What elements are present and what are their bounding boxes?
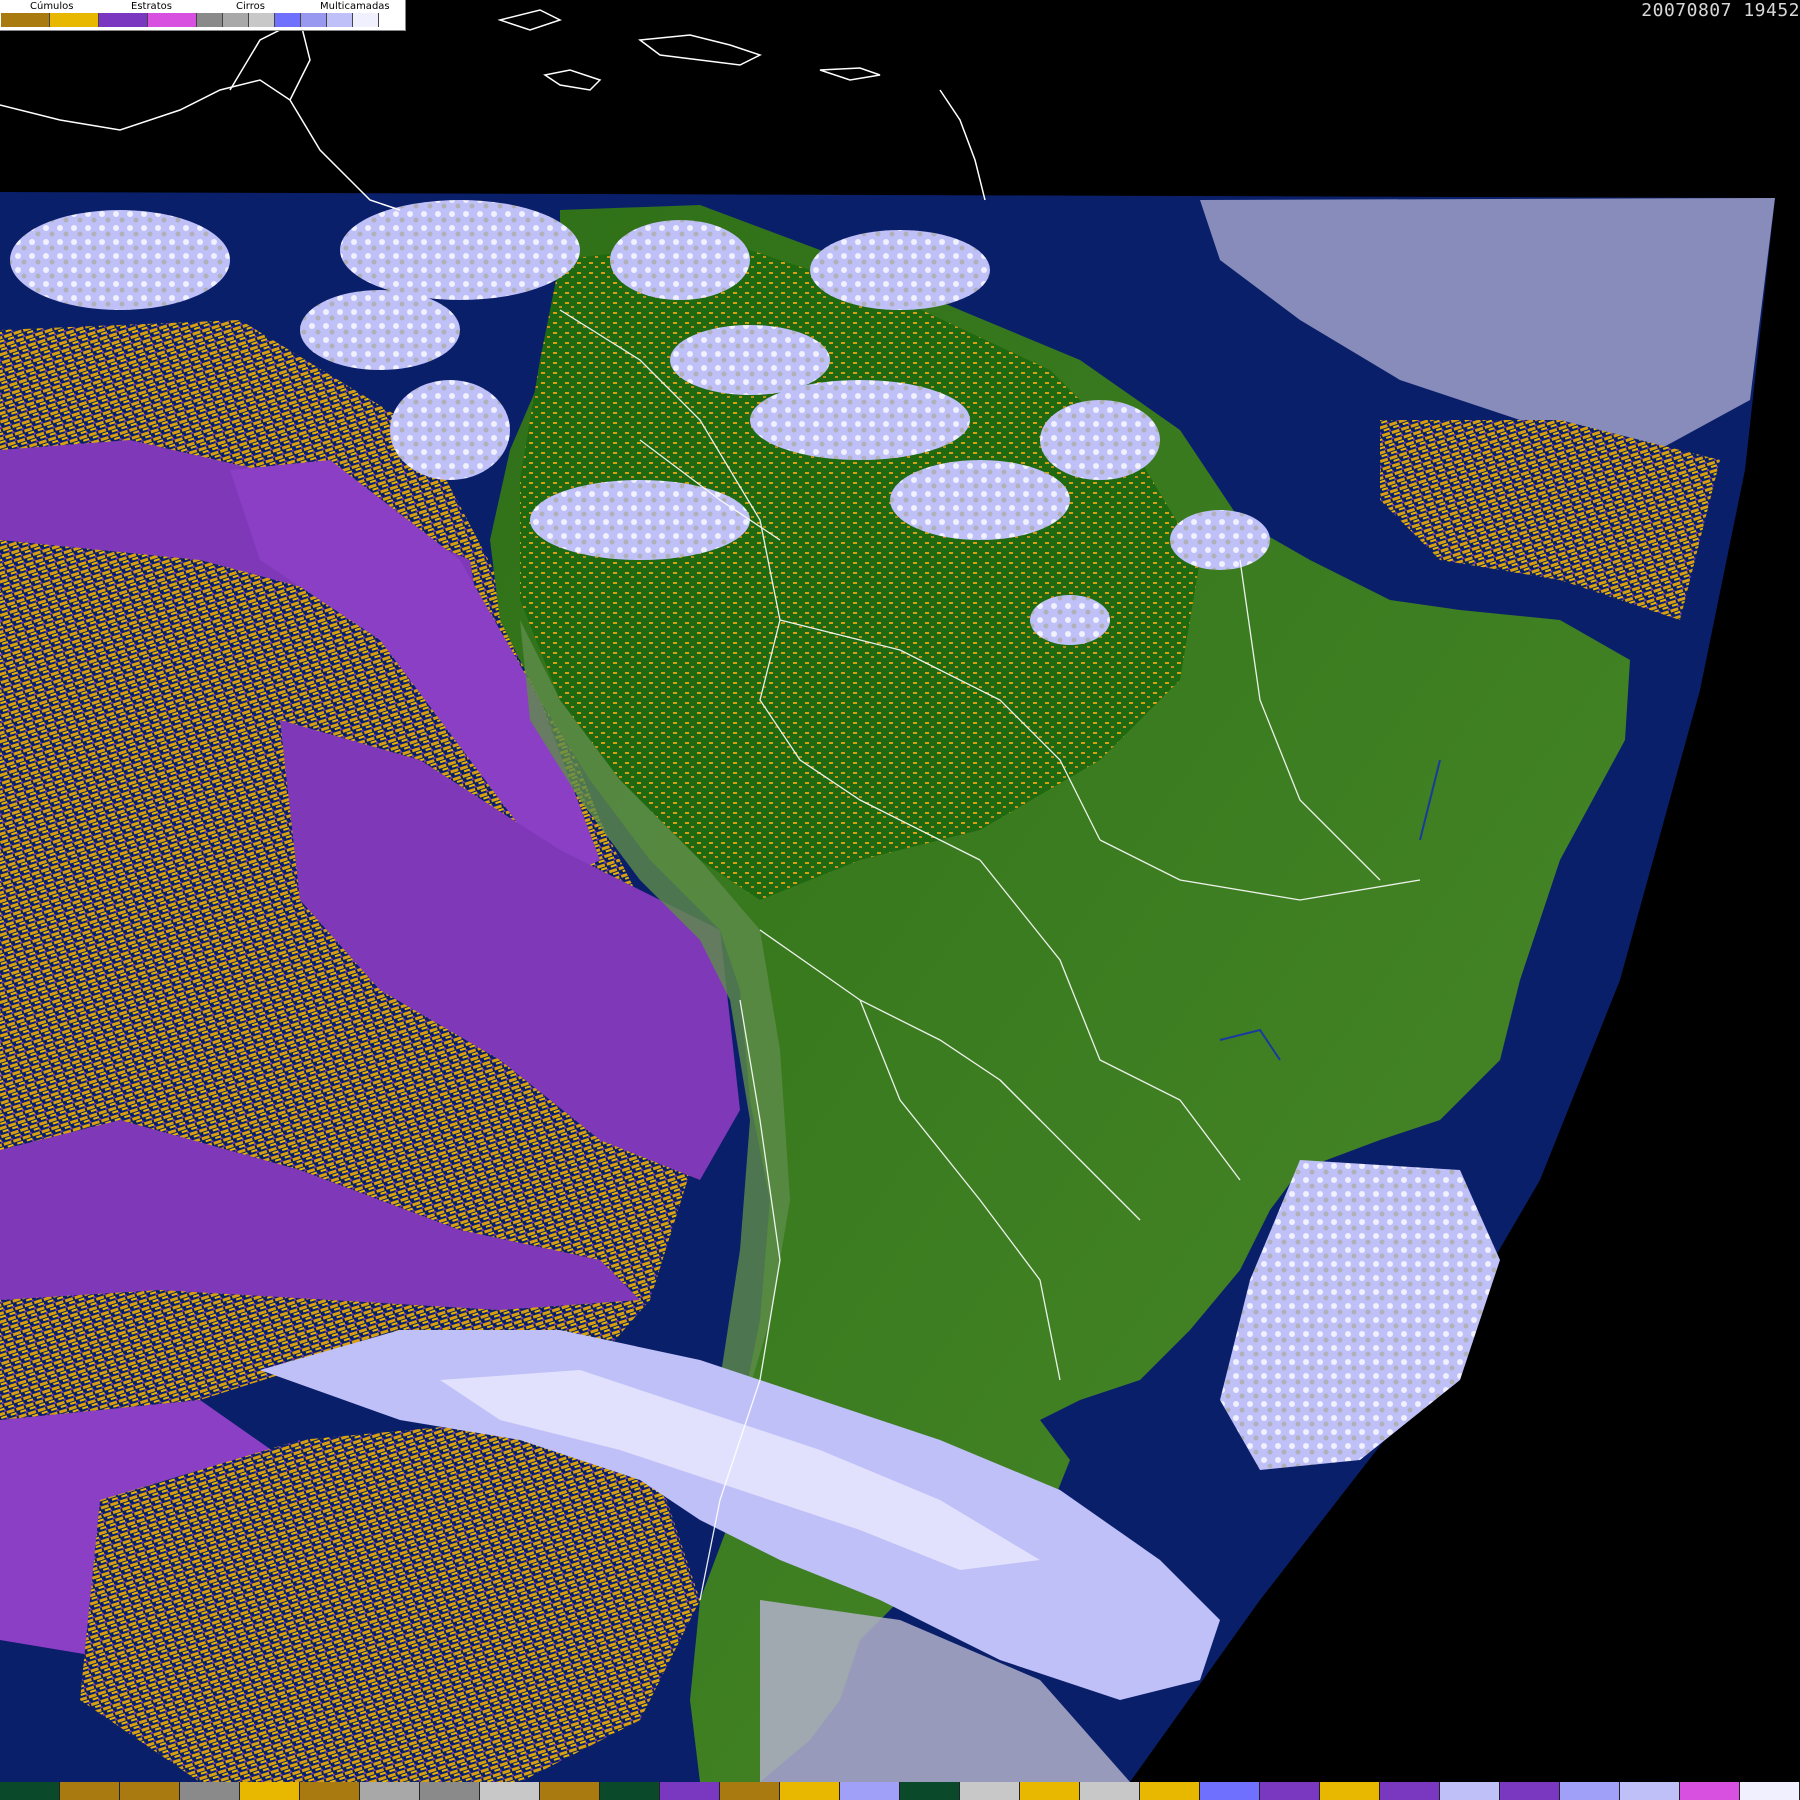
color-bar-swatch — [1440, 1782, 1500, 1800]
color-bar-swatch — [60, 1782, 120, 1800]
legend-swatch-3-3 — [353, 13, 379, 27]
legend-label-cirros: Cirros — [236, 1, 265, 12]
color-bar-swatch — [180, 1782, 240, 1800]
image-timestamp: 20070807 19452 — [1641, 0, 1800, 21]
color-bar-swatch — [1020, 1782, 1080, 1800]
color-bar-swatch — [900, 1782, 960, 1800]
cloud-type-legend: Cúmulos Estratos Cirros Multicamadas — [0, 0, 406, 31]
cloud-classification-map — [0, 9, 1775, 1782]
legend-swatch-0-0 — [1, 13, 50, 27]
bottom-color-bar — [0, 1782, 1800, 1800]
color-bar-swatch — [0, 1782, 60, 1800]
color-bar-swatch — [1560, 1782, 1620, 1800]
color-bar-swatch — [1140, 1782, 1200, 1800]
color-bar-swatch — [240, 1782, 300, 1800]
color-bar-swatch — [1080, 1782, 1140, 1800]
legend-label-estratos: Estratos — [131, 1, 172, 12]
color-bar-swatch — [360, 1782, 420, 1800]
legend-swatch-1-0 — [99, 13, 148, 27]
color-bar-swatch — [780, 1782, 840, 1800]
color-bar-swatch — [840, 1782, 900, 1800]
legend-label-multicamadas: Multicamadas — [320, 1, 390, 12]
color-bar-swatch — [1380, 1782, 1440, 1800]
color-bar-swatch — [1500, 1782, 1560, 1800]
color-bar-swatch — [540, 1782, 600, 1800]
legend-swatches — [1, 13, 379, 27]
legend-swatch-2-2 — [249, 13, 275, 27]
caribbean-coastlines — [0, 9, 986, 211]
color-bar-swatch — [1680, 1782, 1740, 1800]
satellite-image: Cúmulos Estratos Cirros Multicamadas 200… — [0, 0, 1800, 1800]
color-bar-swatch — [120, 1782, 180, 1800]
color-bar-swatch — [1740, 1782, 1800, 1800]
color-bar-swatch — [720, 1782, 780, 1800]
legend-swatch-0-1 — [50, 13, 99, 27]
color-bar-swatch — [600, 1782, 660, 1800]
color-bar-swatch — [420, 1782, 480, 1800]
color-bar-swatch — [480, 1782, 540, 1800]
color-bar-swatch — [660, 1782, 720, 1800]
legend-swatch-1-1 — [148, 13, 197, 27]
color-bar-swatch — [1200, 1782, 1260, 1800]
color-bar-swatch — [1320, 1782, 1380, 1800]
color-bar-swatch — [1620, 1782, 1680, 1800]
color-bar-swatch — [960, 1782, 1020, 1800]
legend-swatch-3-0 — [275, 13, 301, 27]
legend-swatch-3-1 — [301, 13, 327, 27]
legend-swatch-2-0 — [197, 13, 223, 27]
color-bar-swatch — [300, 1782, 360, 1800]
legend-swatch-3-2 — [327, 13, 353, 27]
legend-swatch-2-1 — [223, 13, 249, 27]
legend-label-cumulos: Cúmulos — [30, 1, 74, 12]
color-bar-swatch — [1260, 1782, 1320, 1800]
